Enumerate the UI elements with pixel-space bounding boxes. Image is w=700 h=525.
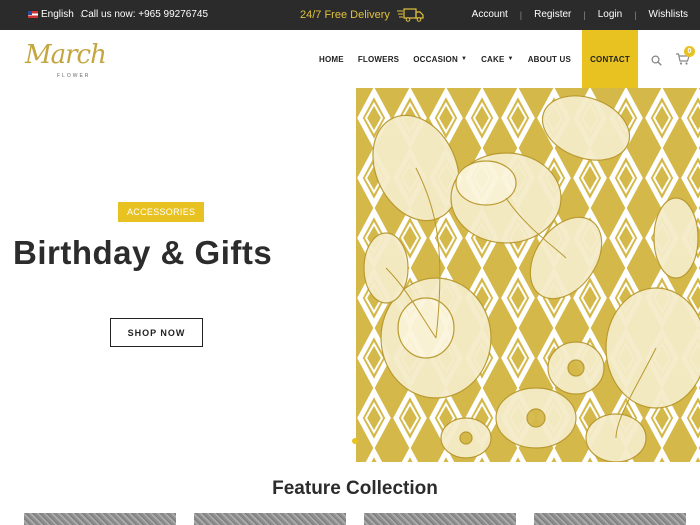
divider: | [634,9,637,20]
section-title: Feature Collection [272,478,438,499]
nav-item-about-us[interactable]: ABOUT US [521,30,578,88]
shop-now-button[interactable]: SHOP NOW [110,318,203,347]
nav-label: OCCASION [413,54,458,64]
category-badge[interactable]: ACCESSORIES [118,202,205,222]
nav-label: CONTACT [590,54,630,64]
nav-item-occasion[interactable]: OCCASION ▼ [406,30,474,88]
nav-item-contact[interactable]: CONTACT [582,30,638,88]
divider: | [583,9,586,20]
account-links: Account | Register | Login | Wishlists [472,9,688,20]
site-header: March FLOWER HOME FLOWERS OCCASION ▼ CAKE… [0,30,700,88]
nav-label: CAKE [481,54,505,64]
phone-text: Call us now: +965 99276745 [81,9,209,20]
account-link[interactable]: Account [472,9,508,20]
cart-icon[interactable]: 0 [676,46,695,65]
cart-count-badge: 0 [684,46,695,57]
caret-down-icon: ▼ [460,56,468,62]
language-selector[interactable]: English ⌄ [28,9,85,20]
product-thumbnail[interactable] [194,513,346,525]
nav-item-flowers[interactable]: FLOWERS [351,30,406,88]
register-link[interactable]: Register [534,9,571,20]
divider: | [519,9,523,20]
hero-floral-image [356,88,700,462]
login-link[interactable]: Login [598,9,622,20]
logo[interactable]: March FLOWER [23,40,123,80]
wishlists-link[interactable]: Wishlists [649,9,688,20]
header-icons: 0 [651,46,695,66]
caret-down-icon: ▼ [507,56,514,62]
us-flag-icon [28,11,38,18]
product-thumbnail[interactable] [24,513,176,525]
nav-label: HOME [319,54,344,64]
nav-label: ABOUT US [527,54,572,64]
logo-script: March [25,40,107,70]
truck-icon [396,8,425,22]
nav-item-home[interactable]: HOME [312,30,351,88]
feature-thumbnails [0,513,700,525]
language-label: English [41,9,74,20]
search-icon[interactable] [651,53,662,66]
hero-slider: ACCESSORIES Birthday & Gifts SHOP NOW [0,88,700,462]
top-bar: English ⌄ Call us now: +965 99276745 24/… [0,0,700,30]
main-nav: HOME FLOWERS OCCASION ▼ CAKE ▼ ABOUT US CO… [312,30,638,88]
product-thumbnail[interactable] [534,513,686,525]
hero-title: Birthday & Gifts [13,234,273,271]
delivery-banner: 24/7 Free Delivery [300,8,425,22]
nav-item-cake[interactable]: CAKE ▼ [474,30,521,88]
product-thumbnail[interactable] [364,513,516,525]
slider-dot[interactable] [352,438,358,444]
logo-subtitle: FLOWER [57,73,91,79]
delivery-text: 24/7 Free Delivery [300,9,390,21]
nav-label: FLOWERS [357,54,400,64]
